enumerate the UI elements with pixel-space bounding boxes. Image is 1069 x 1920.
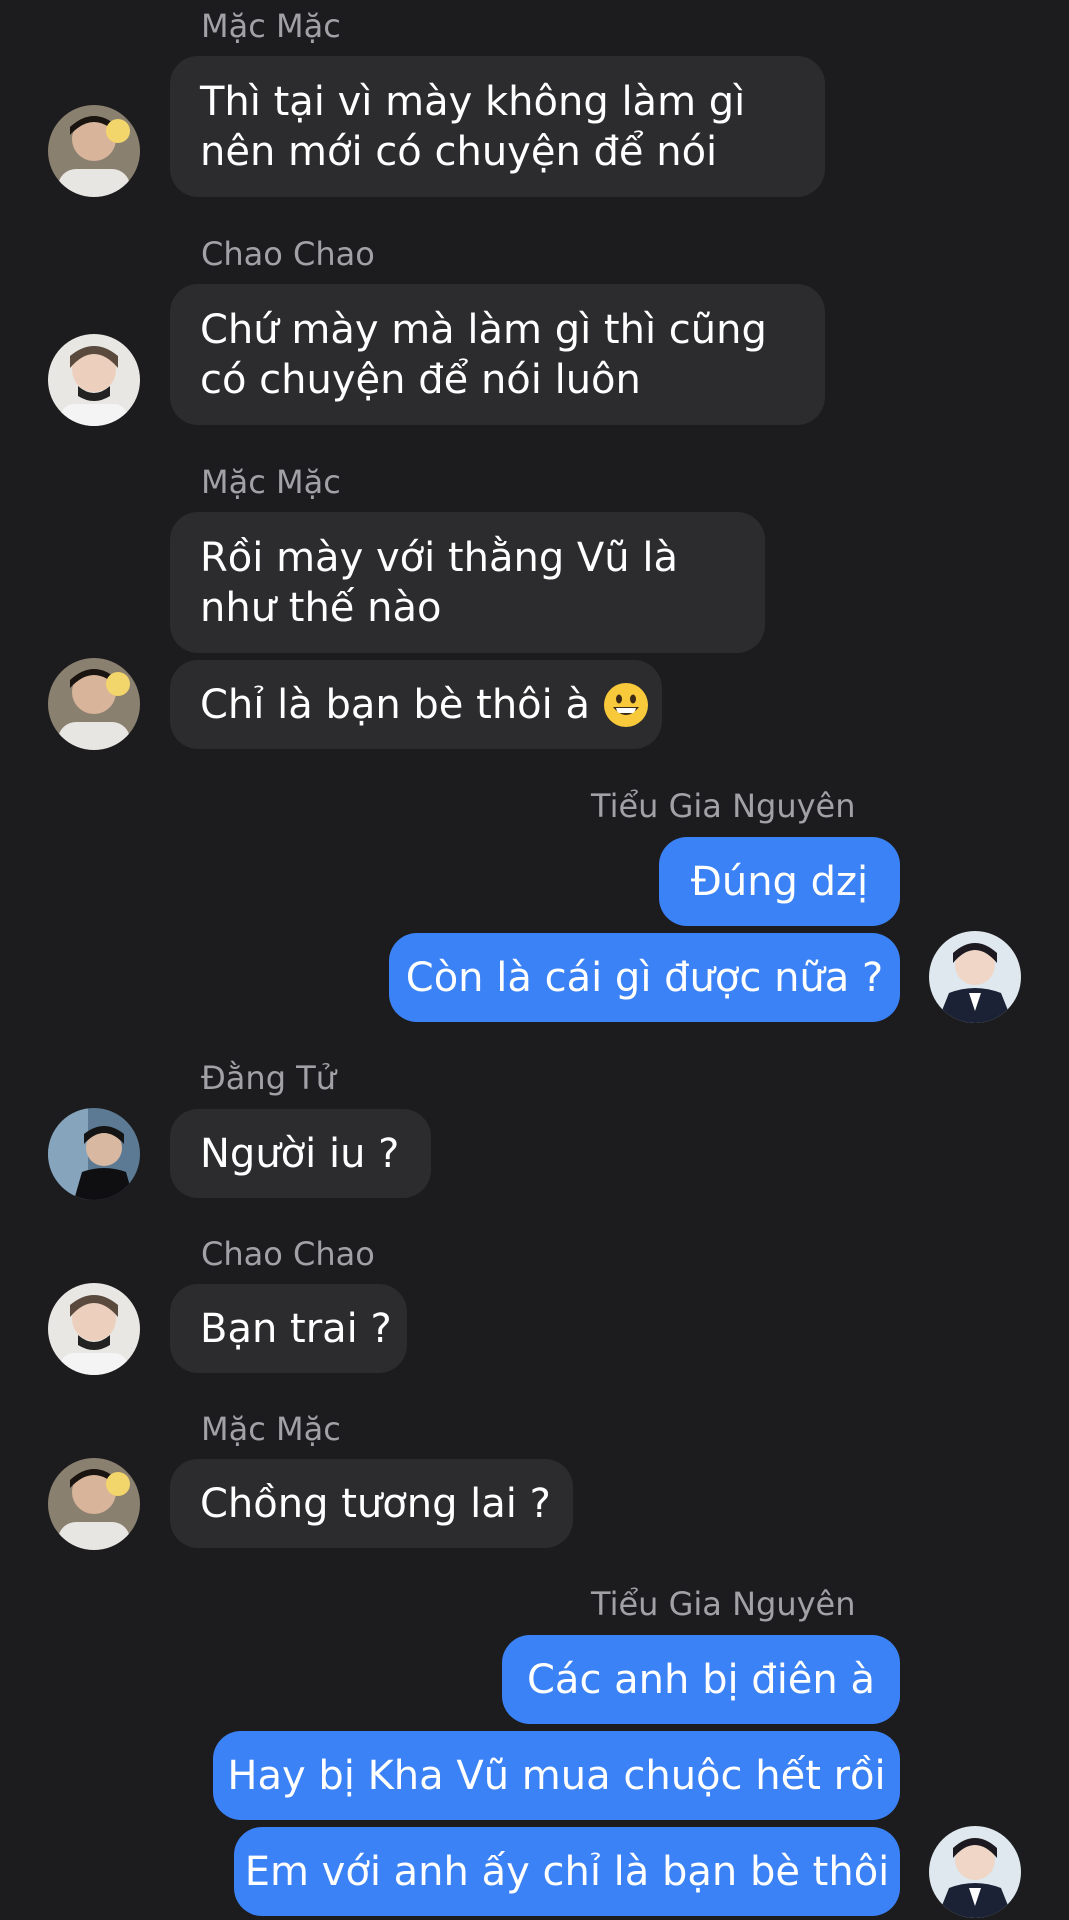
message-bubble-incoming[interactable]: Rồi mày với thằng Vũ là như thế nào: [170, 512, 765, 653]
message-bubble-outgoing[interactable]: Đúng dzị: [659, 837, 900, 926]
message-text: Người iu ?: [200, 1130, 400, 1177]
avatar-chao-chao[interactable]: [48, 334, 140, 426]
message-bubble-incoming[interactable]: Bạn trai ?: [170, 1284, 407, 1373]
sender-name: Chao Chao: [201, 235, 375, 273]
message-text: Đúng dzị: [690, 858, 869, 905]
message-bubble-outgoing[interactable]: Còn là cái gì được nữa ?: [389, 933, 900, 1022]
message-bubble-incoming[interactable]: Chỉ là bạn bè thôi à: [170, 660, 662, 749]
avatar-dang-tu[interactable]: [48, 1108, 140, 1200]
message-bubble-outgoing[interactable]: Em với anh ấy chỉ là bạn bè thôi: [234, 1827, 900, 1916]
avatar-chao-chao[interactable]: [48, 1283, 140, 1375]
avatar-tieu-gia-nguyen[interactable]: [929, 1826, 1021, 1918]
message-text: Còn là cái gì được nữa ?: [405, 954, 884, 1001]
sender-name: Mặc Mặc: [201, 463, 341, 501]
grinning-face-emoji-icon: [602, 681, 650, 729]
sender-name: Mặc Mặc: [201, 1410, 341, 1448]
message-text: Rồi mày với thằng Vũ là như thế nào: [200, 534, 678, 631]
sender-name: Tiểu Gia Nguyên: [591, 1585, 856, 1623]
message-text: Chồng tương lai ?: [200, 1480, 551, 1527]
avatar-mac-mac[interactable]: [48, 658, 140, 750]
message-text: Em với anh ấy chỉ là bạn bè thôi: [244, 1848, 890, 1895]
sender-name: Tiểu Gia Nguyên: [591, 787, 856, 825]
message-bubble-incoming[interactable]: Chồng tương lai ?: [170, 1459, 573, 1548]
avatar-tieu-gia-nguyen[interactable]: [929, 931, 1021, 1023]
message-bubble-outgoing[interactable]: Các anh bị điên à: [502, 1635, 900, 1724]
message-bubble-incoming[interactable]: Người iu ?: [170, 1109, 431, 1198]
sender-name: Mặc Mặc: [201, 7, 341, 45]
message-text: Bạn trai ?: [200, 1305, 392, 1352]
message-text: Các anh bị điên à: [527, 1656, 875, 1703]
avatar-mac-mac[interactable]: [48, 1458, 140, 1550]
message-text: Chứ mày mà làm gì thì cũng có chuyện để …: [200, 306, 767, 403]
sender-name: Chao Chao: [201, 1235, 375, 1273]
sender-name: Đằng Tử: [201, 1059, 336, 1097]
message-bubble-outgoing[interactable]: Hay bị Kha Vũ mua chuộc hết rồi: [213, 1731, 900, 1820]
message-text: Chỉ là bạn bè thôi à: [200, 681, 590, 728]
message-bubble-incoming[interactable]: Thì tại vì mày không làm gì nên mới có c…: [170, 56, 825, 197]
avatar-mac-mac[interactable]: [48, 105, 140, 197]
message-text: Thì tại vì mày không làm gì nên mới có c…: [200, 78, 746, 175]
message-bubble-incoming[interactable]: Chứ mày mà làm gì thì cũng có chuyện để …: [170, 284, 825, 425]
message-text: Hay bị Kha Vũ mua chuộc hết rồi: [227, 1752, 886, 1799]
